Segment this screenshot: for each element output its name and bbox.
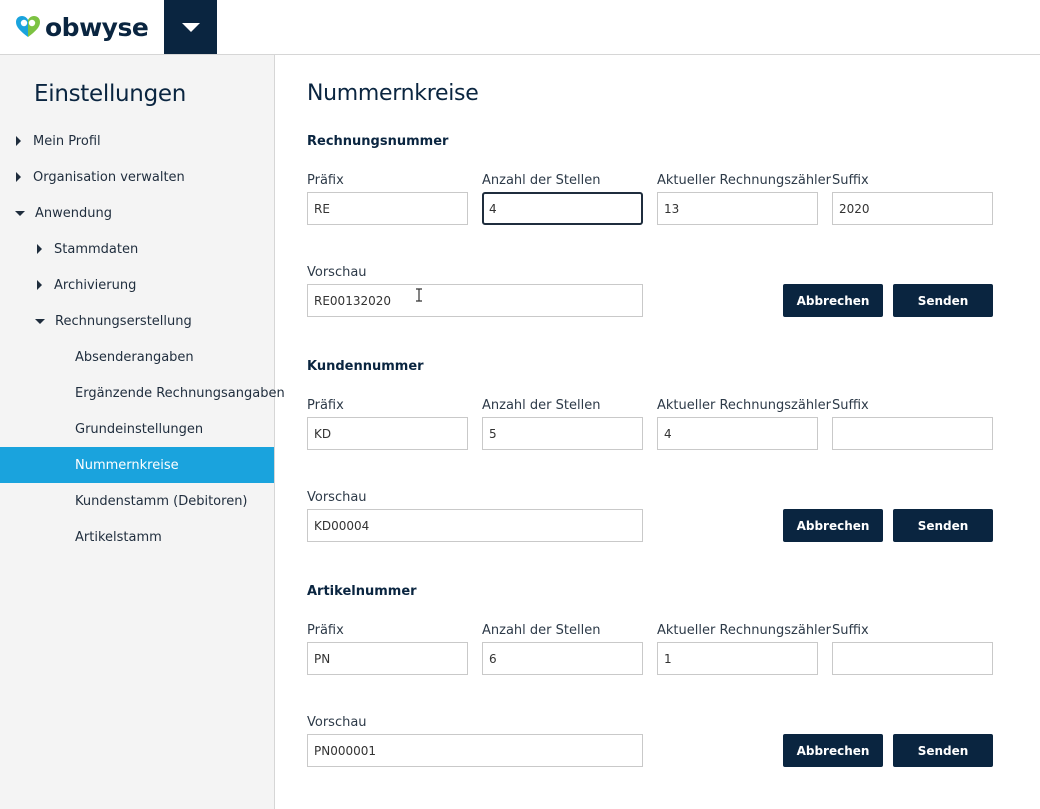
counter-input[interactable] bbox=[657, 642, 818, 675]
digits-label: Anzahl der Stellen bbox=[482, 623, 601, 638]
digits-input[interactable] bbox=[482, 192, 643, 225]
send-button[interactable]: Senden bbox=[893, 734, 993, 767]
caret-right-icon bbox=[37, 244, 42, 254]
obwyse-logo[interactable]: obwyse bbox=[14, 10, 149, 44]
prefix-input[interactable] bbox=[307, 642, 468, 675]
chevron-down-icon bbox=[181, 22, 200, 32]
sidebar-item-anwendung[interactable]: Anwendung bbox=[0, 195, 274, 231]
sidebar-item-organisation-verwalten[interactable]: Organisation verwalten bbox=[0, 159, 274, 195]
suffix-input[interactable] bbox=[832, 417, 993, 450]
caret-down-icon bbox=[35, 318, 45, 324]
sidebar-item-mein-profil[interactable]: Mein Profil bbox=[0, 123, 274, 159]
sidebar-item-label: Grundeinstellungen bbox=[75, 421, 204, 437]
text-cursor-icon bbox=[416, 288, 422, 302]
sidebar-item-label: Anwendung bbox=[35, 205, 112, 221]
cancel-button[interactable]: Abbrechen bbox=[783, 734, 883, 767]
sidebar-item-label: Absenderangaben bbox=[75, 349, 194, 365]
sidebar-item-label: Kundenstamm (Debitoren) bbox=[75, 493, 248, 509]
section-title: Artikelnummer bbox=[307, 584, 417, 599]
digits-input[interactable] bbox=[482, 417, 643, 450]
sidebar-item-rechnungserstellung[interactable]: Rechnungserstellung bbox=[0, 303, 274, 339]
prefix-input[interactable] bbox=[307, 192, 468, 225]
settings-sidebar: Einstellungen Mein Profil Organisation v… bbox=[0, 55, 285, 809]
prefix-label: Präfix bbox=[307, 398, 344, 413]
sidebar-item-label: Archivierung bbox=[54, 277, 137, 293]
sidebar-title: Einstellungen bbox=[34, 81, 187, 107]
logo-text: obwyse bbox=[45, 12, 149, 42]
counter-label: Aktueller Rechnungszähler bbox=[657, 623, 832, 638]
sidebar-item-stammdaten[interactable]: Stammdaten bbox=[0, 231, 274, 267]
counter-label: Aktueller Rechnungszähler bbox=[657, 173, 832, 188]
suffix-label: Suffix bbox=[832, 623, 869, 638]
counter-input[interactable] bbox=[657, 417, 818, 450]
send-button[interactable]: Senden bbox=[893, 509, 993, 542]
sidebar-item-label: Nummernkreise bbox=[75, 457, 179, 473]
digits-label: Anzahl der Stellen bbox=[482, 173, 601, 188]
sidebar-item-label: Mein Profil bbox=[33, 133, 101, 149]
preview-label: Vorschau bbox=[307, 265, 367, 280]
prefix-input[interactable] bbox=[307, 417, 468, 450]
suffix-label: Suffix bbox=[832, 398, 869, 413]
counter-input[interactable] bbox=[657, 192, 818, 225]
sidebar-item-label: Organisation verwalten bbox=[33, 169, 185, 185]
prefix-label: Präfix bbox=[307, 173, 344, 188]
caret-down-icon bbox=[15, 210, 25, 216]
section-title: Kundennummer bbox=[307, 359, 424, 374]
page-title: Nummernkreise bbox=[307, 81, 479, 106]
sidebar-item-absenderangaben[interactable]: Absenderangaben bbox=[0, 339, 274, 375]
sidebar-item-grundeinstellungen[interactable]: Grundeinstellungen bbox=[0, 411, 274, 447]
menu-toggle-button[interactable] bbox=[164, 0, 217, 54]
sidebar-item-nummernkreise[interactable]: Nummernkreise bbox=[0, 447, 274, 483]
digits-input[interactable] bbox=[482, 642, 643, 675]
suffix-input[interactable] bbox=[832, 192, 993, 225]
digits-label: Anzahl der Stellen bbox=[482, 398, 601, 413]
preview-field[interactable] bbox=[307, 509, 643, 542]
logo-mark-icon bbox=[14, 14, 42, 40]
sidebar-item-label: Artikelstamm bbox=[75, 529, 162, 545]
preview-field[interactable] bbox=[307, 734, 643, 767]
section-title: Rechnungsnummer bbox=[307, 134, 449, 149]
sidebar-item-label: Rechnungserstellung bbox=[55, 313, 192, 329]
preview-field[interactable] bbox=[307, 284, 643, 317]
sidebar-item-label: Stammdaten bbox=[54, 241, 139, 257]
preview-label: Vorschau bbox=[307, 715, 367, 730]
suffix-input[interactable] bbox=[832, 642, 993, 675]
prefix-label: Präfix bbox=[307, 623, 344, 638]
preview-label: Vorschau bbox=[307, 490, 367, 505]
sidebar-item-kundenstamm[interactable]: Kundenstamm (Debitoren) bbox=[0, 483, 274, 519]
cancel-button[interactable]: Abbrechen bbox=[783, 284, 883, 317]
send-button[interactable]: Senden bbox=[893, 284, 993, 317]
app-header: obwyse bbox=[0, 0, 1040, 55]
sidebar-item-archivierung[interactable]: Archivierung bbox=[0, 267, 274, 303]
suffix-label: Suffix bbox=[832, 173, 869, 188]
sidebar-item-artikelstamm[interactable]: Artikelstamm bbox=[0, 519, 274, 555]
caret-right-icon bbox=[16, 172, 21, 182]
sidebar-item-label: Ergänzende Rechnungsangaben bbox=[75, 385, 285, 401]
counter-label: Aktueller Rechnungszähler bbox=[657, 398, 832, 413]
caret-right-icon bbox=[37, 280, 42, 290]
cancel-button[interactable]: Abbrechen bbox=[783, 509, 883, 542]
caret-right-icon bbox=[16, 136, 21, 146]
sidebar-item-ergaenzende-rechnungsangaben[interactable]: Ergänzende Rechnungsangaben bbox=[0, 375, 285, 411]
